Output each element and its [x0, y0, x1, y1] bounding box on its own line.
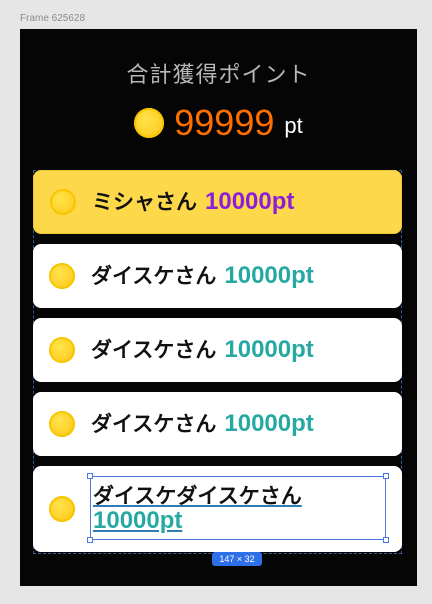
coin-icon: [49, 263, 75, 289]
user-card-text: ミシャさん 10000pt: [92, 190, 294, 214]
total-points-unit: pt: [284, 113, 303, 138]
user-card[interactable]: ダイスケさん 10000pt: [33, 392, 402, 456]
user-points: 10000pt: [205, 188, 295, 215]
user-name: ミシャさん: [92, 190, 197, 214]
user-card-text: ダイスケさん 10000pt: [91, 412, 314, 436]
total-points-title: 合計獲得ポイント: [126, 63, 311, 88]
selected-text-box[interactable]: ダイスケダイスケさん 10000pt: [90, 476, 386, 540]
selection-size-badge: 147 × 32: [212, 552, 262, 566]
selected-user-points: 10000pt: [93, 506, 183, 534]
selection-handle-bottom-left[interactable]: [87, 537, 93, 543]
coin-icon: [49, 411, 75, 437]
user-card[interactable]: ダイスケさん 10000pt: [33, 244, 402, 308]
selected-user-name: ダイスケダイスケさん: [93, 483, 302, 508]
user-points: 10000pt: [224, 262, 314, 289]
frame-label: Frame 625628: [20, 13, 86, 24]
coin-icon: [49, 496, 75, 522]
user-name: ダイスケさん: [91, 412, 217, 436]
coin-icon: [49, 337, 75, 363]
selection-handle-bottom-right[interactable]: [383, 537, 389, 543]
total-points-value: 99999: [174, 102, 275, 143]
user-card-text: ダイスケさん 10000pt: [91, 264, 314, 288]
coin-icon: [50, 189, 76, 215]
user-name: ダイスケさん: [91, 338, 217, 362]
user-points: 10000pt: [224, 336, 314, 363]
user-name: ダイスケさん: [91, 264, 217, 288]
user-card-text: ダイスケさん 10000pt: [91, 338, 314, 362]
user-card-active[interactable]: ミシャさん 10000pt: [33, 170, 402, 234]
coin-icon: [134, 108, 165, 138]
points-frame: 合計獲得ポイント 99999 pt ミシャさん 10000pt ダイスケさん 1…: [20, 29, 417, 586]
user-card[interactable]: ダイスケさん 10000pt: [33, 318, 402, 382]
user-points: 10000pt: [224, 410, 314, 437]
total-points-row: 99999 pt: [20, 101, 417, 145]
selection-handle-top-left[interactable]: [87, 473, 93, 479]
selection-handle-top-right[interactable]: [383, 473, 389, 479]
